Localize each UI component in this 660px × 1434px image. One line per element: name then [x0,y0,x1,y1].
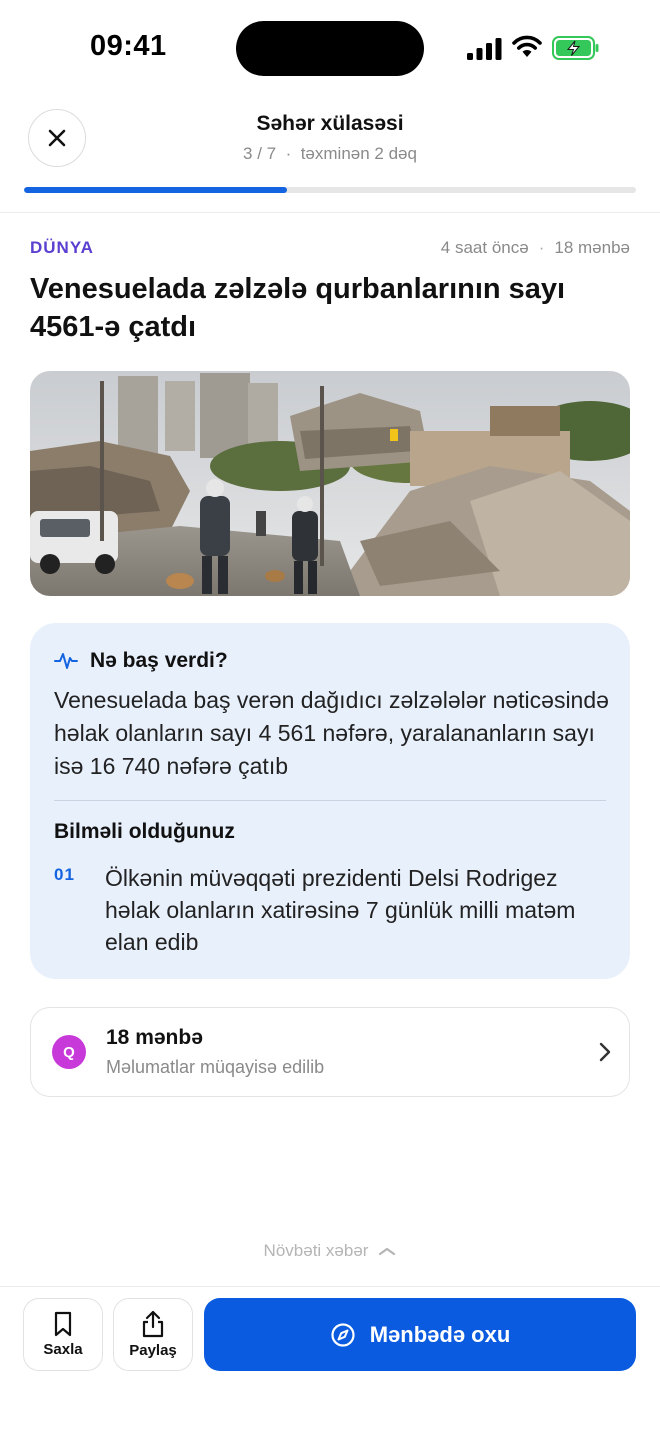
activity-pulse-icon [54,653,78,669]
bookmark-icon [54,1311,72,1337]
time-ago: 4 saat öncə [440,238,529,257]
save-label: Saxla [43,1341,83,1358]
share-label: Paylaş [129,1342,177,1359]
summary-heading-row: Nə baş verdi? [54,649,228,673]
digest-progress-info: 3 / 7 · təxminən 2 dəq [0,144,660,164]
reading-duration: təxminən 2 dəq [300,144,417,163]
sources-title: 18 mənbə [106,1026,203,1049]
key-fact-number: 01 [54,865,75,884]
cellular-signal-icon [467,38,502,60]
chevron-right-icon [599,1042,611,1062]
wifi-icon [512,35,542,57]
status-time: 09:41 [90,30,167,62]
separator-dot: · [285,144,292,163]
story-position: 3 / 7 [243,144,277,163]
share-button[interactable]: Paylaş [113,1298,193,1371]
progress-fill [24,187,288,193]
summary-card: Nə baş verdi? Venesuelada baş verən dağı… [30,623,630,979]
chevron-up-icon [379,1247,396,1256]
read-at-source-label: Mənbədə oxu [369,1321,511,1347]
next-story-hint[interactable]: Növbəti xəbər [0,1241,660,1261]
save-button[interactable]: Saxla [23,1298,103,1371]
earthquake-rubble-photo [30,371,630,596]
category-label[interactable]: DÜNYA [30,238,94,258]
article-headline: Venesuelada zəlzələ qurbanlarının sayı 4… [30,273,566,343]
compass-icon [331,1322,355,1347]
share-icon [142,1310,164,1338]
article-image[interactable] [30,371,630,596]
summary-heading: Nə baş verdi? [90,649,228,672]
battery-charging-icon [552,36,599,60]
header-divider [0,212,660,213]
article-meta: 4 saat öncə · 18 mənbə [441,238,630,258]
summary-body: Venesuelada baş verən dağıdıcı zəlzələlə… [54,687,609,779]
key-fact-text: Ölkənin müvəqqəti prezidenti Delsi Rodri… [105,865,576,955]
key-facts-heading: Bilməli olduğunuz [54,820,235,843]
sources-subtitle: Məlumatlar müqayisə edilib [106,1057,325,1077]
read-at-source-button[interactable]: Mənbədə oxu [204,1298,636,1371]
next-story-label: Növbəti xəbər [263,1241,369,1260]
dynamic-island [236,21,424,76]
digest-progress-bar [24,187,636,193]
status-bar: 09:41 [0,0,660,96]
summary-divider [54,800,606,801]
source-count: 18 mənbə [554,238,630,257]
source-avatar: Q [52,1035,86,1069]
page-title: Səhər xülasəsi [256,112,404,135]
meta-separator: · [538,238,545,257]
sources-card[interactable]: Q 18 mənbə Məlumatlar müqayisə edilib [30,1007,630,1097]
toolbar-divider [0,1286,660,1287]
